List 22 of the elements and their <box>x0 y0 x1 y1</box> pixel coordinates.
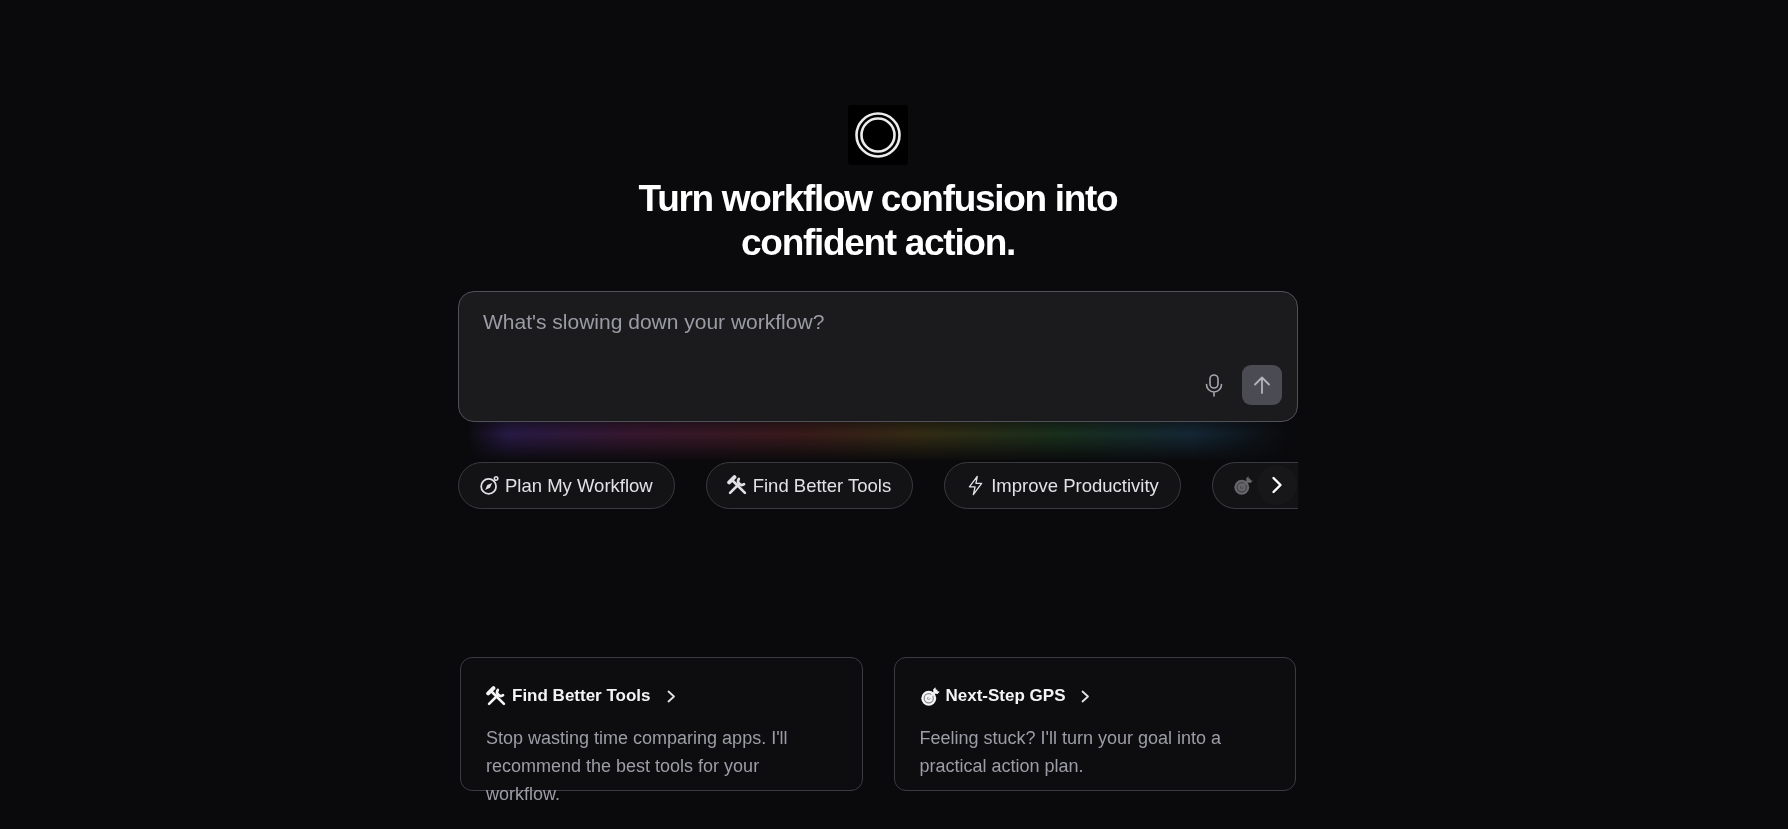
hammer-wrench-icon <box>726 475 748 496</box>
suggestion-chip[interactable]: Find Better Tools <box>705 462 914 509</box>
card-title: Next-Step GPS <box>945 685 1066 707</box>
suggestion-chip[interactable]: Improve Productivity <box>944 462 1181 509</box>
prompt-field[interactable]: What's slowing down your workflow? <box>458 291 1298 422</box>
dart-target-icon <box>919 685 941 707</box>
card-title: Find Better Tools <box>512 685 651 707</box>
feature-card[interactable] <box>893 657 1296 791</box>
hero-heading: Turn workflow confusion into confident action. <box>637 177 1119 265</box>
arrow-up-icon <box>1253 376 1271 394</box>
suggestion-chip[interactable]: Plan My Workflow <box>458 462 675 509</box>
hammer-wrench-icon <box>486 685 507 707</box>
double-ring-logo-icon <box>848 105 908 165</box>
chevron-right-icon <box>666 689 676 703</box>
card-description: Feeling stuck? I'll turn your goal into a practical action plan. <box>919 727 1223 778</box>
compass-icon <box>479 475 500 496</box>
card-description: Stop wasting time comparing apps. I'll recommend the best tools for your workflow. <box>486 727 789 806</box>
dart-target-icon <box>1232 475 1254 496</box>
chevron-right-icon <box>1081 689 1091 703</box>
send-button[interactable] <box>1242 365 1282 405</box>
microphone-icon <box>1205 373 1223 397</box>
chevron-right-icon <box>1271 476 1283 494</box>
